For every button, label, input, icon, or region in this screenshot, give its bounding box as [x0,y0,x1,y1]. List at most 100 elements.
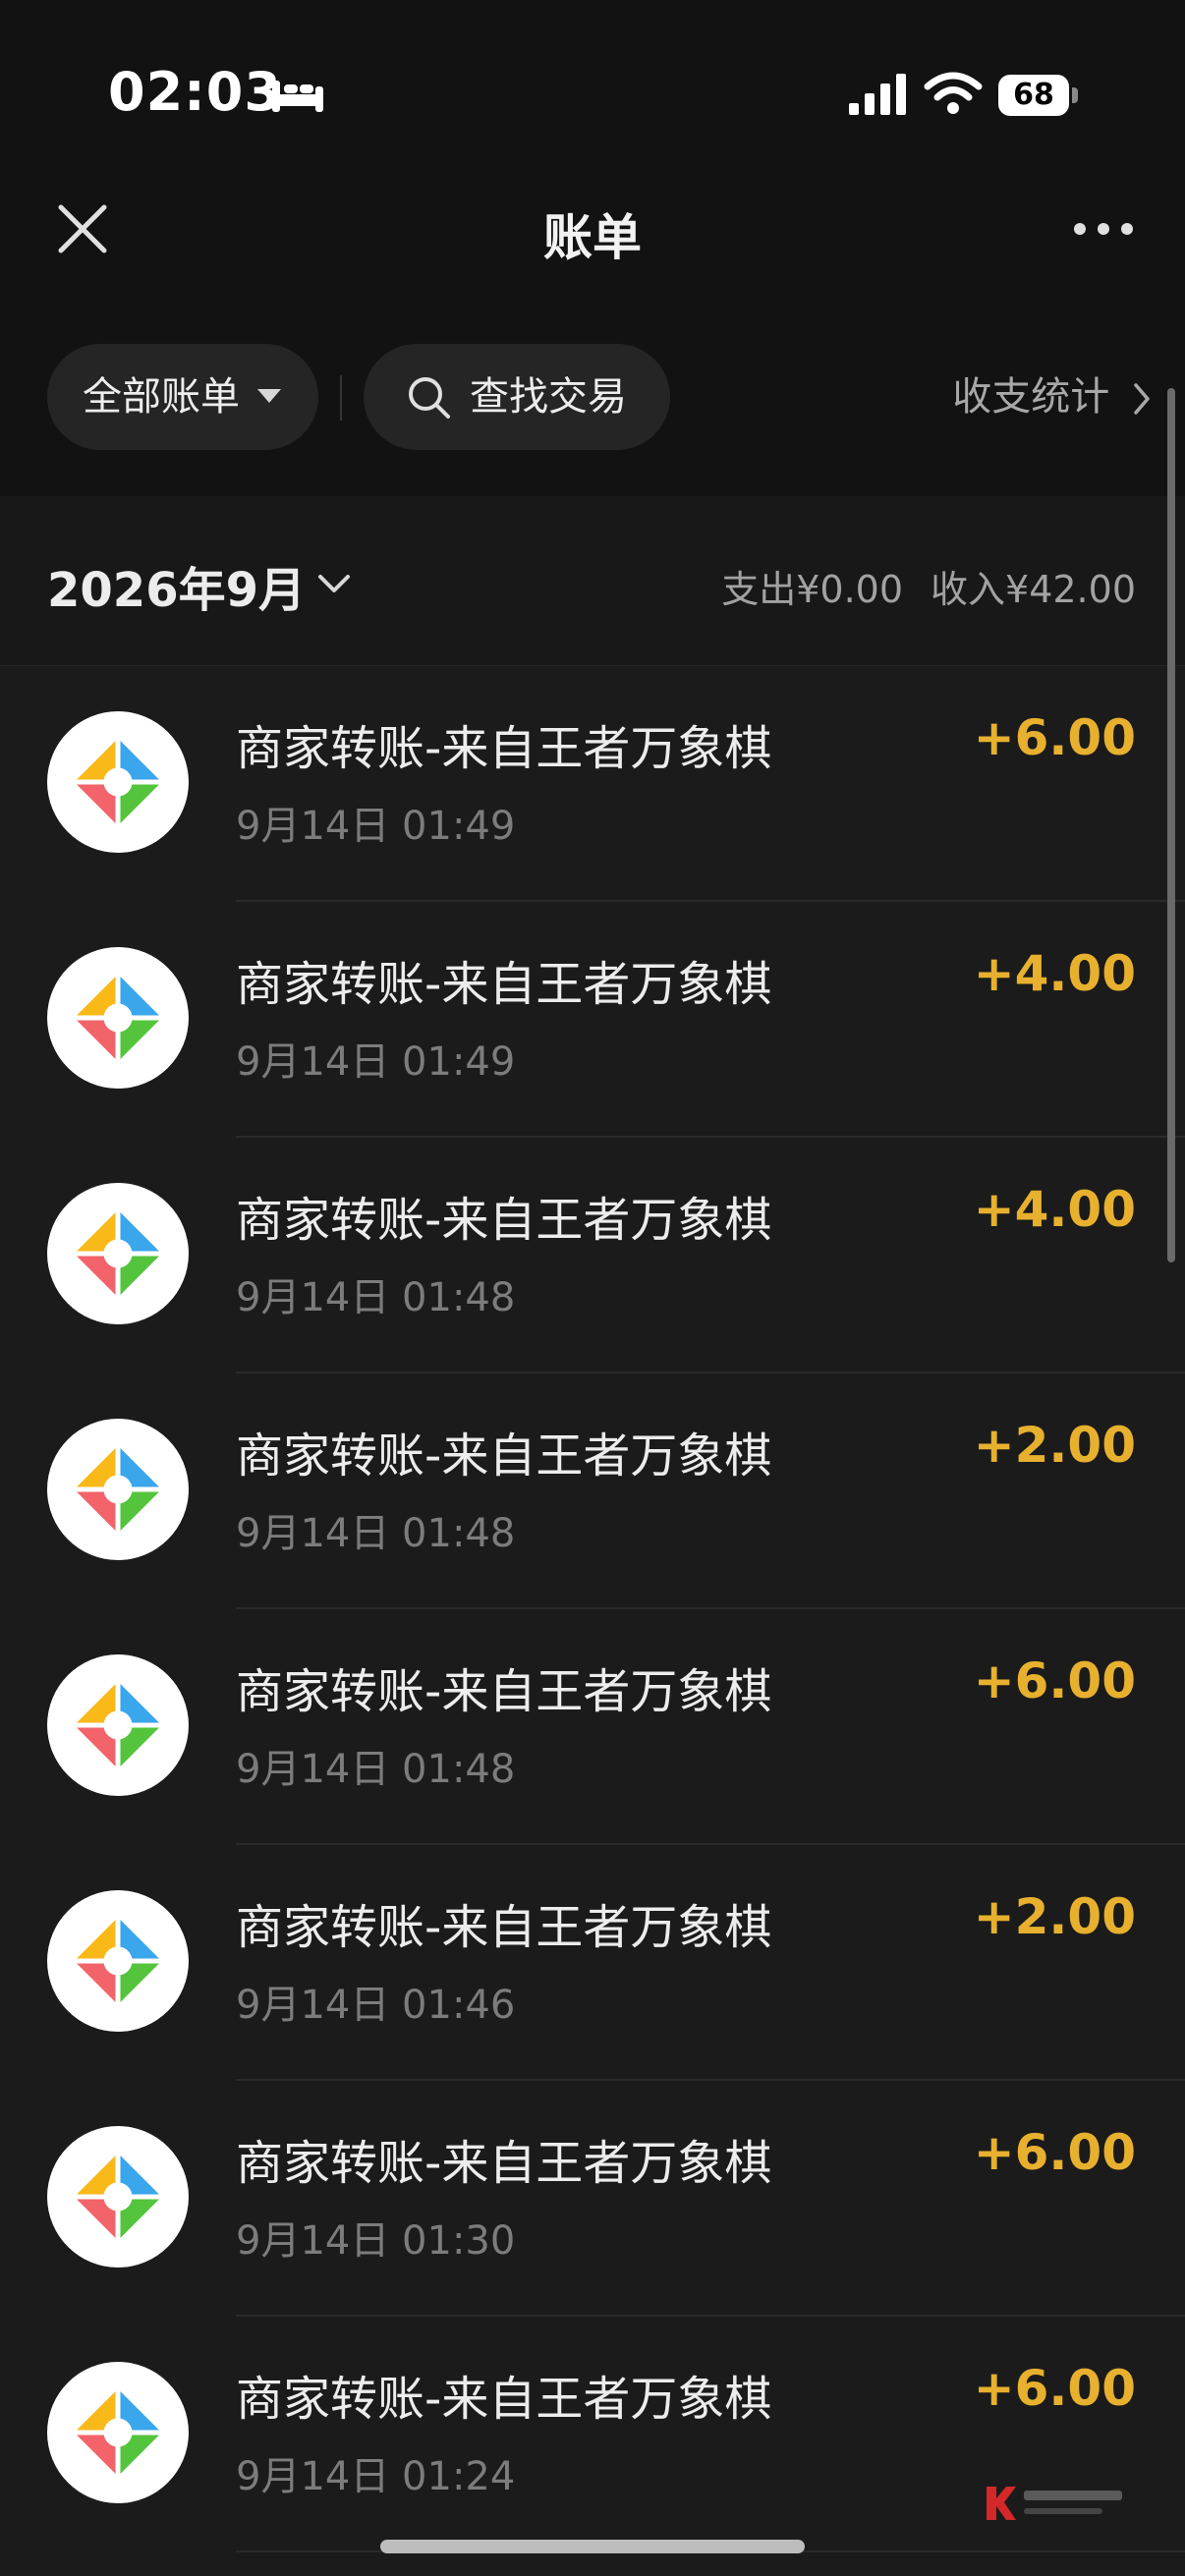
cellular-signal-icon [849,74,906,115]
month-summary: 支出¥0.00 收入¥42.00 [721,559,1136,613]
more-icon[interactable] [1071,211,1136,247]
merchant-logo-icon [47,711,189,853]
transaction-amount: +4.00 [973,1181,1136,1238]
transaction-title: 商家转账-来自王者万象棋 [236,1428,772,1484]
expense-total: 支出¥0.00 [721,568,904,611]
list-item[interactable]: 商家转账-来自王者万象棋 9月14日 01:46 +2.00 [0,1845,1185,2081]
logo-tile-blue [115,968,168,1021]
logo-tile-red [68,1958,121,2011]
merchant-logo-icon [47,1183,189,1324]
nav-bar: 账单 [0,147,1185,314]
transaction-title: 商家转账-来自王者万象棋 [236,1664,772,1719]
logo-tile-blue [115,1439,168,1492]
logo-tile-red [68,2194,121,2247]
logo-tile-green [115,1722,168,1775]
chevron-right-icon [1134,383,1150,415]
list-item[interactable]: 商家转账-来自王者万象棋 9月14日 01:48 +6.00 [0,1609,1185,1845]
logo-tile-blue [115,2382,168,2436]
transaction-time: 9月14日 01:46 [236,1983,516,2028]
transaction-amount: +6.00 [973,2360,1136,2417]
list-item[interactable]: 商家转账-来自王者万象棋 9月14日 01:48 +2.00 [0,1373,1185,1609]
logo-graphic [68,1439,168,1540]
transaction-time: 9月14日 01:48 [236,1511,516,1556]
logo-tile-yellow [68,1911,121,1964]
list-item[interactable]: 商家转账-来自王者万象棋 9月14日 01:49 +4.00 [0,902,1185,1138]
income-expense-stats-link[interactable]: 收支统计 [952,344,1156,450]
search-label: 查找交易 [470,374,627,420]
logo-tile-green [115,2430,168,2483]
logo-tile-blue [115,1675,168,1728]
transaction-list: 商家转账-来自王者万象棋 9月14日 01:49 +6.00 商家转账-来自王者… [0,666,1185,2552]
home-indicator[interactable] [380,2540,805,2553]
transaction-time: 9月14日 01:30 [236,2218,516,2264]
transaction-title: 商家转账-来自王者万象棋 [236,2136,772,2191]
transaction-amount: +6.00 [973,709,1136,766]
logo-tile-blue [115,1204,168,1257]
logo-tile-red [68,1251,121,1304]
logo-tile-green [115,1486,168,1540]
wifi-icon [924,72,983,114]
transaction-title: 商家转账-来自王者万象棋 [236,1193,772,1248]
merchant-logo-icon [47,1890,189,2032]
list-item[interactable]: 商家转账-来自王者万象棋 9月14日 01:30 +6.00 [0,2081,1185,2317]
page-title: 账单 [543,209,642,266]
merchant-logo-icon [47,1654,189,1796]
transaction-time: 9月14日 01:24 [236,2454,516,2499]
merchant-logo-icon [47,2362,189,2503]
transaction-amount: +4.00 [973,945,1136,1002]
logo-tile-blue [115,2147,168,2200]
battery-cap [1072,87,1078,103]
logo-tile-yellow [68,968,121,1021]
battery-indicator: 68 [998,75,1079,116]
transaction-amount: +6.00 [973,1652,1136,1709]
logo-tile-red [68,1015,121,1068]
all-bills-filter-button[interactable]: 全部账单 [47,344,318,450]
logo-tile-green [115,1015,168,1068]
logo-graphic [68,1911,168,2011]
logo-tile-green [115,2194,168,2247]
battery-level: 68 [998,75,1069,116]
logo-tile-blue [115,1911,168,1964]
logo-tile-red [68,1722,121,1775]
transaction-title: 商家转账-来自王者万象棋 [236,2372,772,2427]
logo-graphic [68,2147,168,2247]
search-icon [409,377,450,419]
transaction-time: 9月14日 01:49 [236,804,516,849]
logo-graphic [68,2382,168,2483]
logo-tile-yellow [68,2382,121,2436]
income-total: 收入¥42.00 [931,568,1136,611]
chevron-down-icon[interactable] [316,571,352,596]
transaction-title: 商家转账-来自王者万象棋 [236,721,772,776]
filter-bar: 全部账单 查找交易 收支统计 [0,314,1185,496]
logo-tile-yellow [68,2147,121,2200]
transaction-title: 商家转账-来自王者万象棋 [236,957,772,1012]
forum-watermark-logo [987,2487,1122,2520]
transaction-amount: +2.00 [973,1417,1136,1474]
month-selector[interactable]: 2026年9月 [47,551,306,620]
scrollbar[interactable] [1167,388,1175,1262]
list-item[interactable]: 商家转账-来自王者万象棋 9月14日 01:49 +6.00 [0,666,1185,902]
merchant-logo-icon [47,1419,189,1560]
month-header: 2026年9月 支出¥0.00 收入¥42.00 [0,496,1185,666]
transaction-amount: +2.00 [973,1888,1136,1945]
logo-tile-red [68,2430,121,2483]
merchant-logo-icon [47,2126,189,2268]
logo-tile-red [68,779,121,832]
merchant-logo-icon [47,947,189,1089]
logo-tile-blue [115,732,168,785]
logo-tile-green [115,1958,168,2011]
list-item[interactable]: 商家转账-来自王者万象棋 9月14日 01:48 +4.00 [0,1138,1185,1373]
logo-graphic [68,968,168,1068]
logo-graphic [68,732,168,832]
transaction-amount: +6.00 [973,2124,1136,2181]
search-transactions-button[interactable]: 查找交易 [364,344,670,450]
logo-tile-yellow [68,1675,121,1728]
transaction-time: 9月14日 01:49 [236,1039,516,1085]
transaction-time: 9月14日 01:48 [236,1747,516,1792]
stats-label: 收支统计 [952,374,1110,420]
logo-graphic [68,1675,168,1775]
status-bar: 02:03 68 [0,0,1185,147]
filter-divider [340,375,342,420]
logo-tile-red [68,1486,121,1540]
status-time: 02:03 [108,61,282,123]
